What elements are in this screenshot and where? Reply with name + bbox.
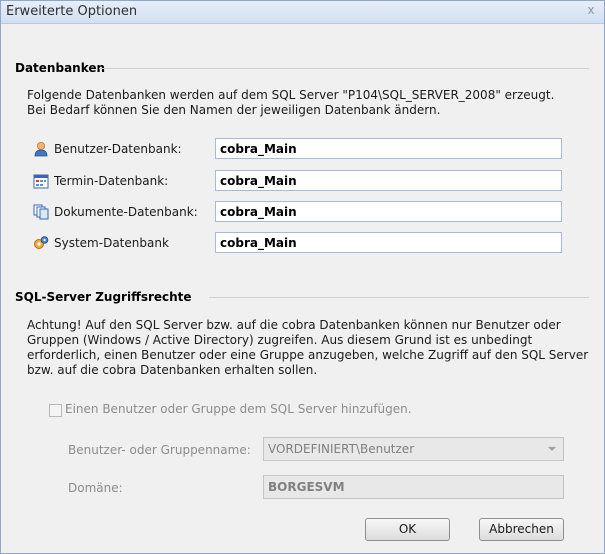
- calendar-icon: [33, 174, 49, 189]
- access-description-line-2: Gruppen (Windows / Active Directory) zug…: [27, 333, 533, 347]
- access-divider: [209, 297, 589, 298]
- documents-icon: [33, 204, 49, 220]
- calendar-db-label: Termin-Datenbank:: [54, 174, 169, 188]
- add-user-checkbox-label: Einen Benutzer oder Gruppe dem SQL Serve…: [65, 402, 412, 416]
- domain-field[interactable]: BORGESVM: [263, 475, 564, 499]
- user-db-label: Benutzer-Datenbank:: [54, 142, 182, 156]
- gears-icon: [34, 236, 49, 249]
- user-icon: [34, 142, 48, 157]
- databases-heading: Datenbanken: [15, 61, 106, 75]
- access-description-line-4: bzw. auf die cobra Datenbanken erhalten …: [27, 363, 318, 377]
- add-user-checkbox[interactable]: [49, 404, 62, 417]
- close-icon[interactable]: x: [584, 3, 598, 17]
- group-name-dropdown[interactable]: VORDEFINIERT\Benutzer: [263, 437, 564, 461]
- dialog-window: Erweiterte Optionen x Datenbanken Folgen…: [0, 0, 605, 554]
- group-name-label: Benutzer- oder Gruppenname:: [68, 443, 251, 457]
- documents-db-label: Dokumente-Datenbank:: [54, 205, 198, 219]
- access-description-line-1: Achtung! Auf den SQL Server bzw. auf die…: [27, 318, 561, 332]
- title-bar[interactable]: Erweiterte Optionen x: [1, 1, 604, 24]
- chevron-down-icon: [548, 447, 556, 451]
- user-db-input[interactable]: cobra_Main: [215, 138, 562, 159]
- cancel-button[interactable]: Abbrechen: [479, 518, 564, 541]
- window-title: Erweiterte Optionen: [6, 4, 138, 19]
- calendar-db-input[interactable]: cobra_Main: [215, 170, 562, 191]
- ok-button[interactable]: OK: [365, 518, 450, 541]
- system-db-input[interactable]: cobra_Main: [215, 232, 562, 253]
- system-db-label: System-Datenbank: [54, 236, 169, 250]
- access-description-line-3: erforderlich, einen Benutzer oder eine G…: [27, 348, 589, 362]
- group-name-value: VORDEFINIERT\Benutzer: [268, 442, 415, 456]
- databases-divider: [99, 68, 589, 69]
- access-heading: SQL-Server Zugriffsrechte: [15, 290, 192, 304]
- databases-description-line-2: Bei Bedarf können Sie den Namen der jewe…: [27, 103, 441, 117]
- domain-label: Domäne:: [68, 481, 123, 495]
- documents-db-input[interactable]: cobra_Main: [215, 201, 562, 222]
- dialog-content: Datenbanken Folgende Datenbanken werden …: [5, 26, 598, 549]
- databases-description-line-1: Folgende Datenbanken werden auf dem SQL …: [27, 88, 555, 102]
